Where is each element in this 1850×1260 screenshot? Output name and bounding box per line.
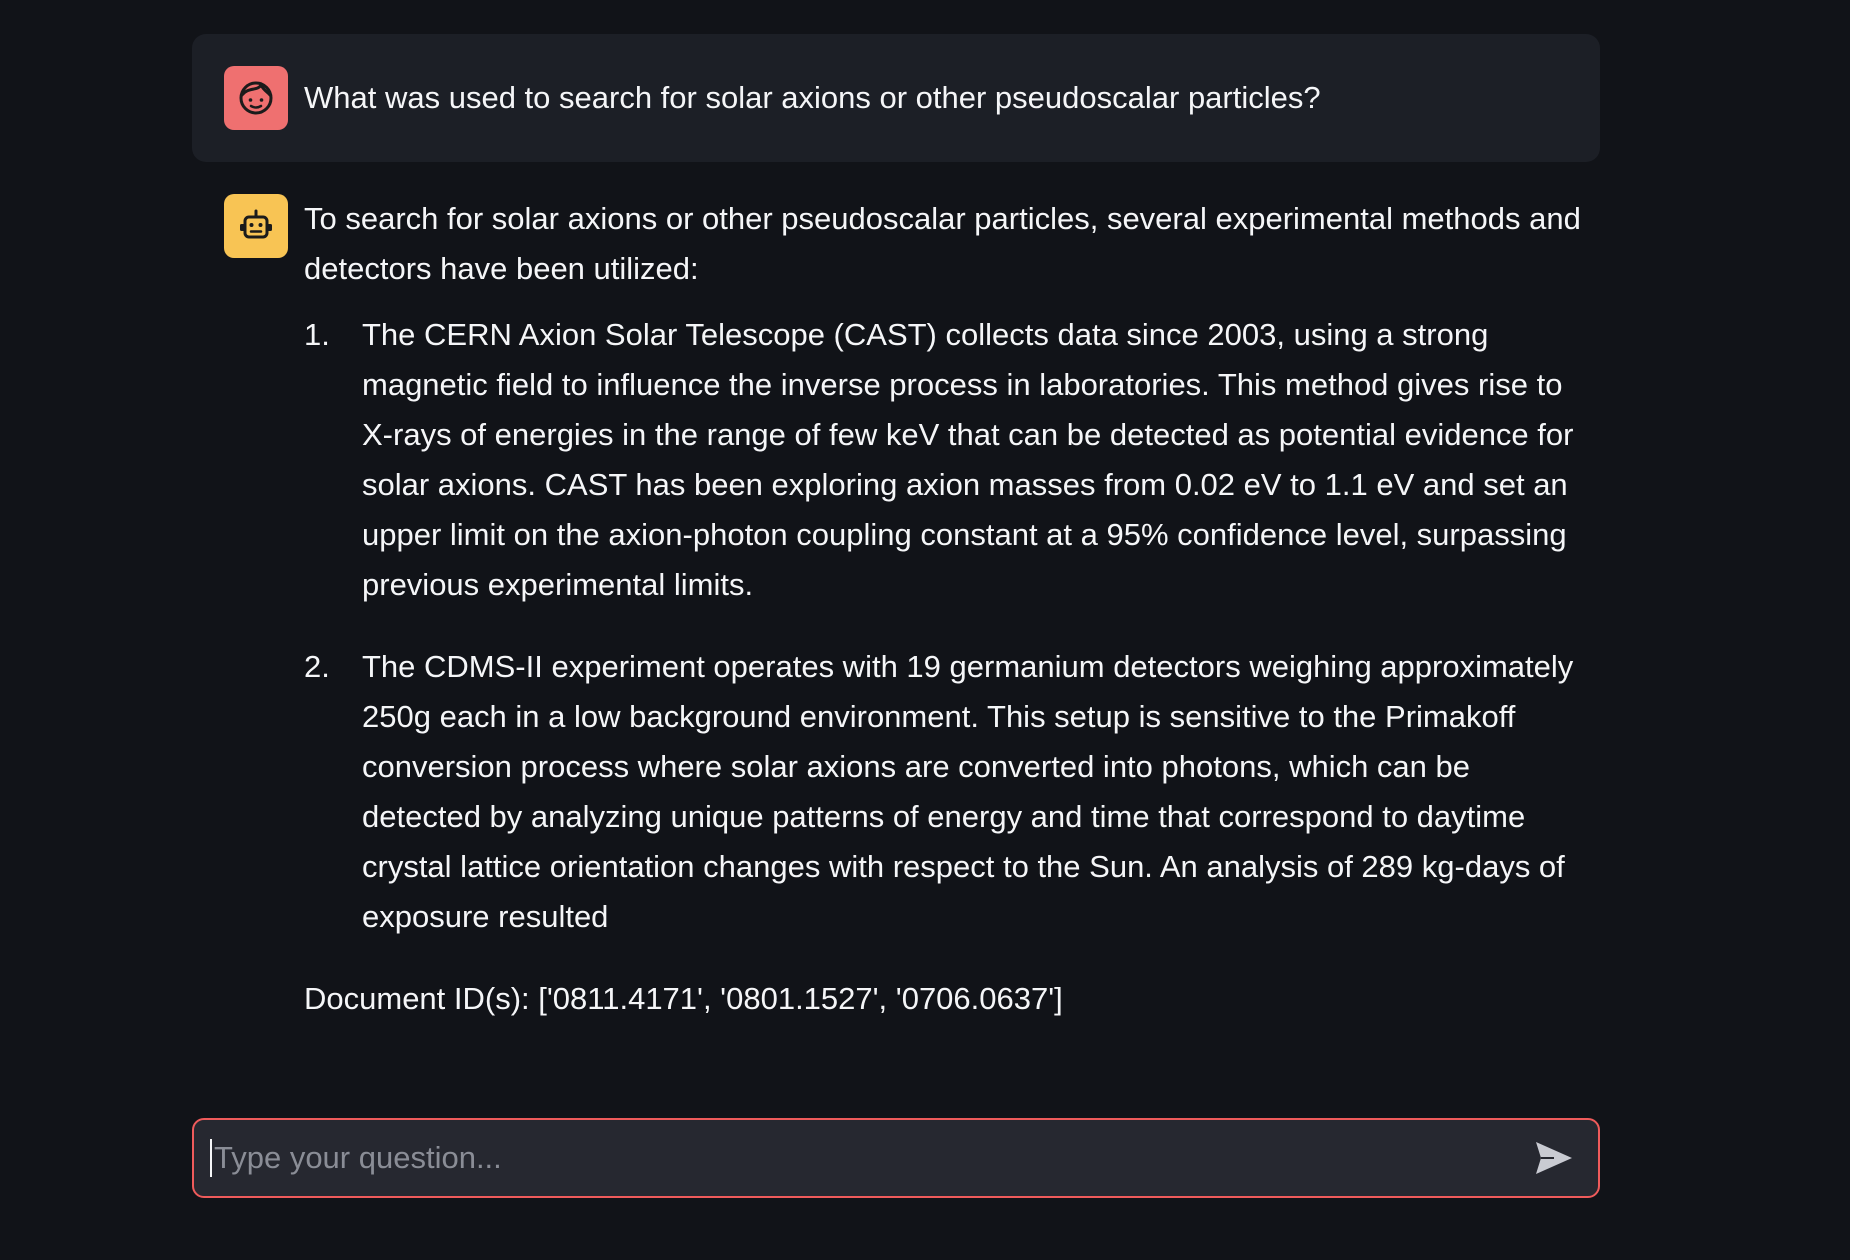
robot-icon [240, 209, 272, 239]
assistant-avatar [224, 194, 288, 258]
send-icon [1536, 1142, 1572, 1174]
assistant-intro: To search for solar axions or other pseu… [304, 201, 1581, 286]
user-avatar [224, 66, 288, 130]
list-item: 2. The CDMS-II experiment operates with … [304, 642, 1594, 942]
chat-container: What was used to search for solar axions… [192, 34, 1600, 1024]
face-icon [239, 81, 273, 115]
list-item-number: 1. [304, 317, 330, 352]
send-button[interactable] [1526, 1130, 1582, 1186]
question-input[interactable] [212, 1140, 1526, 1176]
list-item-text: The CDMS-II experiment operates with 19 … [362, 649, 1574, 934]
list-item-text: The CERN Axion Solar Telescope (CAST) co… [362, 317, 1574, 602]
assistant-message-body: To search for solar axions or other pseu… [304, 194, 1594, 1024]
assistant-message: To search for solar axions or other pseu… [192, 194, 1600, 1024]
list-item: 1. The CERN Axion Solar Telescope (CAST)… [304, 310, 1594, 610]
user-message: What was used to search for solar axions… [192, 34, 1600, 162]
list-item-number: 2. [304, 649, 330, 684]
answer-list: 1. The CERN Axion Solar Telescope (CAST)… [304, 310, 1594, 942]
document-ids: Document ID(s): ['0811.4171', '0801.1527… [304, 981, 1063, 1016]
user-message-text: What was used to search for solar axions… [304, 80, 1321, 115]
chat-input-bar [192, 1118, 1600, 1198]
